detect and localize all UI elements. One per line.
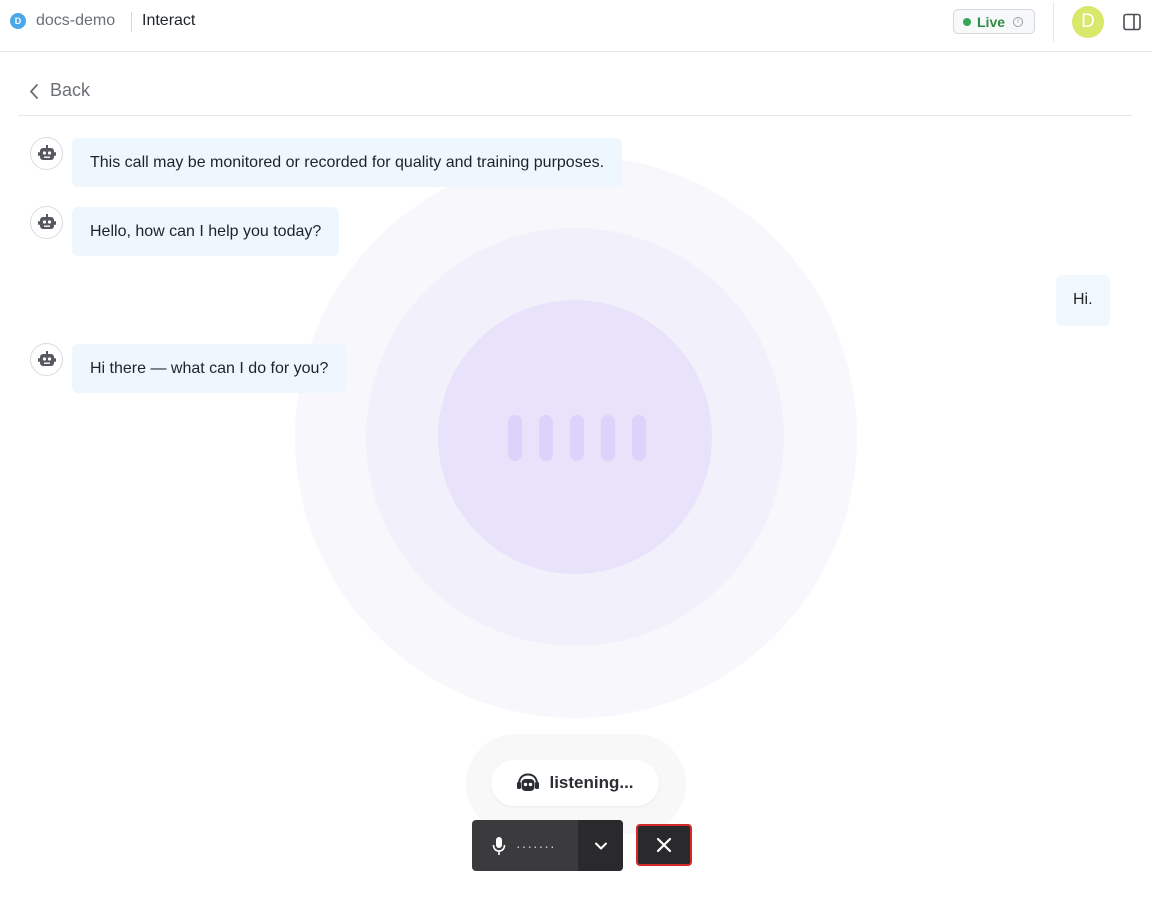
info-icon[interactable]: i — [1013, 16, 1024, 27]
close-icon — [656, 837, 672, 853]
bot-message: Hi there — what can I do for you? — [30, 343, 347, 393]
audio-level-bars — [508, 415, 646, 461]
back-button[interactable]: Back — [28, 80, 90, 101]
chevron-down-icon — [594, 842, 607, 849]
message-bubble: This call may be monitored or recorded f… — [72, 138, 623, 187]
page-title: Interact — [142, 12, 196, 29]
microphone-icon — [492, 836, 506, 855]
mic-device-dropdown[interactable] — [578, 820, 623, 871]
listening-label: listening... — [549, 773, 634, 792]
back-label: Back — [50, 80, 91, 100]
microphone-control: ······· — [472, 820, 623, 871]
user-avatar[interactable]: D — [1072, 6, 1104, 38]
robot-icon — [37, 351, 56, 366]
chevron-left-icon — [30, 83, 38, 99]
audio-bar — [570, 415, 584, 461]
user-message-bubble: Hi. — [1056, 275, 1110, 326]
headset-robot-icon — [517, 773, 540, 791]
bot-message: Hello, how can I help you today? — [30, 206, 340, 256]
live-dot-icon — [963, 17, 971, 26]
audio-bar — [508, 415, 522, 461]
side-panel-toggle-icon[interactable] — [1123, 13, 1141, 31]
audio-bar — [601, 415, 615, 461]
topbar-divider — [1053, 2, 1054, 42]
bot-avatar — [30, 206, 63, 239]
workspace-name[interactable]: docs-demo — [36, 12, 115, 30]
message-bubble: Hi there — what can I do for you? — [72, 344, 347, 393]
audio-bar — [632, 415, 646, 461]
mic-level-indicator: ······· — [516, 837, 556, 854]
listening-status: listening... — [491, 760, 659, 806]
top-bar: D docs-demo Interact Live i D — [0, 0, 1152, 52]
workspace-badge-icon[interactable]: D — [10, 13, 26, 29]
robot-icon — [37, 214, 56, 229]
breadcrumb-divider — [131, 12, 132, 32]
live-status-badge[interactable]: Live i — [953, 9, 1035, 34]
audio-bar — [539, 415, 553, 461]
end-call-button[interactable] — [636, 824, 692, 866]
message-bubble: Hello, how can I help you today? — [72, 207, 340, 256]
bot-message: This call may be monitored or recorded f… — [30, 137, 623, 187]
mute-toggle-button[interactable]: ······· — [472, 820, 578, 871]
bot-avatar — [30, 343, 63, 376]
live-status-label: Live — [977, 13, 1006, 30]
bot-avatar — [30, 137, 63, 170]
robot-icon — [37, 145, 56, 160]
back-bar: Back — [18, 70, 1132, 116]
